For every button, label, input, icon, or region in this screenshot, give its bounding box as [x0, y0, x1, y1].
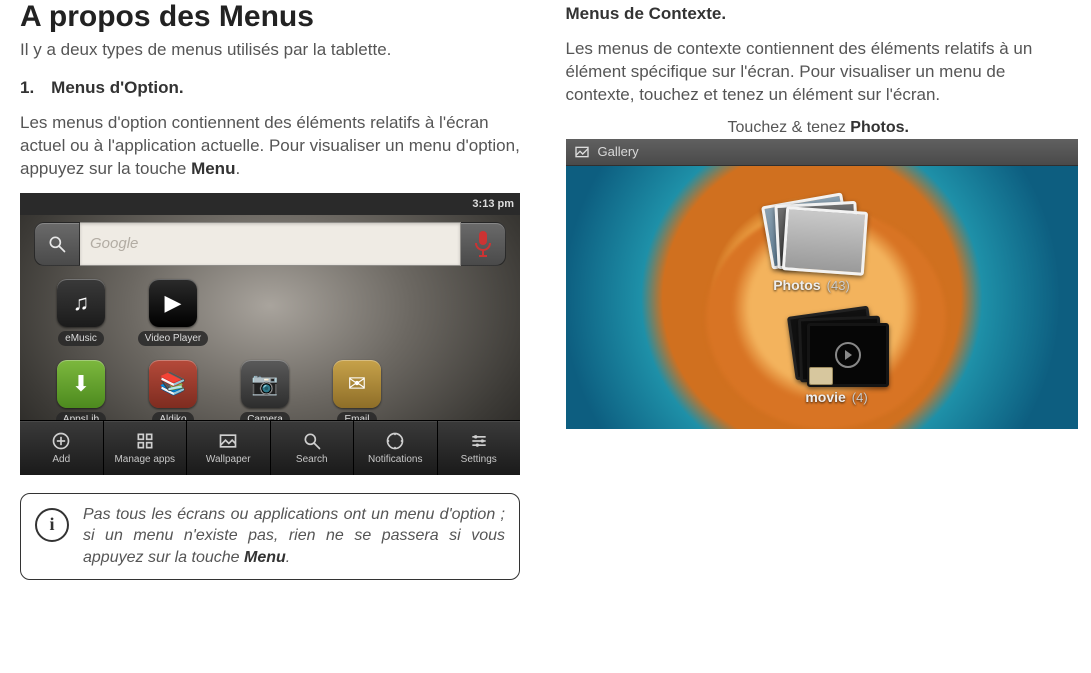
options-menu-bar: Add Manage apps Wallpaper Search Notific…	[20, 420, 520, 475]
info-text-pre: Pas tous les écrans ou applications ont …	[83, 506, 505, 566]
app-video-player[interactable]: ▶ Video Player	[136, 279, 210, 346]
apps-icon	[135, 431, 155, 451]
options-menu-screenshot: 3:13 pm Google ♫ eMusic ▶ Video Playe	[20, 193, 520, 475]
appslib-icon: ⬇	[57, 360, 105, 408]
mic-icon	[472, 231, 494, 257]
menu-manage-apps[interactable]: Manage apps	[104, 421, 188, 475]
app-appslib[interactable]: ⬇ AppsLib	[44, 360, 118, 427]
gear-icon	[469, 431, 489, 451]
camera-icon: 📷	[241, 360, 289, 408]
info-text-bold: Menu	[244, 549, 286, 566]
menu-add[interactable]: Add	[20, 421, 104, 475]
app-emusic[interactable]: ♫ eMusic	[44, 279, 118, 346]
aldiko-icon: 📚	[149, 360, 197, 408]
gallery-header: Gallery	[566, 139, 1078, 166]
menu-settings[interactable]: Settings	[438, 421, 521, 475]
info-text-post: .	[286, 549, 290, 566]
emusic-icon: ♫	[57, 279, 105, 327]
menu-search[interactable]: Search	[271, 421, 355, 475]
app-aldiko[interactable]: 📚 Aldiko	[136, 360, 210, 427]
bell-icon	[385, 431, 405, 451]
menu-label: Search	[296, 454, 328, 465]
app-label: Video Player	[138, 331, 209, 346]
gallery-caption: Touchez & tenez Photos.	[566, 119, 1072, 137]
search-icon	[47, 234, 67, 254]
search-input[interactable]: Google	[80, 222, 461, 266]
page-title: A propos des Menus	[20, 0, 526, 34]
app-row-1: ♫ eMusic ▶ Video Player	[44, 279, 520, 346]
album-label: movie (4)	[805, 389, 867, 405]
status-bar: 3:13 pm	[20, 193, 520, 215]
menu-label: Add	[52, 454, 70, 465]
search-icon-button[interactable]	[34, 222, 80, 266]
email-icon: ✉	[333, 360, 381, 408]
album-label: Photos (43)	[773, 277, 850, 293]
album-name: Photos	[773, 277, 820, 293]
gallery-title: Gallery	[598, 144, 639, 159]
menu-label: Manage apps	[114, 454, 175, 465]
menu-label: Wallpaper	[206, 454, 251, 465]
clock-text: 3:13 pm	[472, 198, 514, 210]
info-text: Pas tous les écrans ou applications ont …	[83, 504, 505, 569]
video-player-icon: ▶	[149, 279, 197, 327]
option-menus-body: Les menus d'option contiennent des éléme…	[20, 112, 526, 181]
search-widget[interactable]: Google	[34, 223, 506, 265]
plus-icon	[51, 431, 71, 451]
intro-text: Il y a deux types de menus utilisés par …	[20, 40, 526, 60]
caption-bold: Photos.	[850, 119, 909, 136]
image-icon	[218, 431, 238, 451]
menu-notifications[interactable]: Notifications	[354, 421, 438, 475]
app-email[interactable]: ✉ Email	[320, 360, 394, 427]
context-menus-body: Les menus de contexte contiennent des él…	[566, 38, 1072, 107]
option-menus-body-post: .	[235, 159, 240, 178]
info-icon: i	[35, 508, 69, 542]
app-label: eMusic	[58, 331, 104, 346]
option-menus-body-bold: Menu	[191, 159, 235, 178]
movie-stack-icon	[791, 311, 883, 383]
info-callout: i Pas tous les écrans ou applications on…	[20, 493, 520, 580]
context-menus-heading: Menus de Contexte.	[566, 4, 1072, 24]
app-camera[interactable]: 📷 Camera	[228, 360, 302, 427]
app-row-2: ⬇ AppsLib 📚 Aldiko 📷 Camera ✉ Email	[44, 360, 520, 427]
menu-label: Settings	[461, 454, 497, 465]
menu-wallpaper[interactable]: Wallpaper	[187, 421, 271, 475]
photos-stack-icon	[766, 199, 858, 271]
gallery-screenshot: Gallery Photos (43) movie	[566, 139, 1078, 429]
album-count: (43)	[827, 278, 850, 293]
menu-label: Notifications	[368, 454, 422, 465]
voice-search-button[interactable]	[461, 222, 506, 266]
caption-pre: Touchez & tenez	[728, 119, 851, 136]
folder-icon	[809, 367, 833, 385]
option-menus-heading: 1. Menus d'Option.	[20, 78, 526, 98]
play-icon	[835, 342, 861, 368]
gallery-icon	[574, 144, 590, 160]
album-name: movie	[805, 389, 845, 405]
option-menus-body-pre: Les menus d'option contiennent des éléme…	[20, 113, 520, 178]
album-count: (4)	[852, 390, 868, 405]
album-movie[interactable]: movie (4)	[791, 311, 883, 405]
album-photos[interactable]: Photos (43)	[766, 199, 858, 293]
search-icon	[302, 431, 322, 451]
